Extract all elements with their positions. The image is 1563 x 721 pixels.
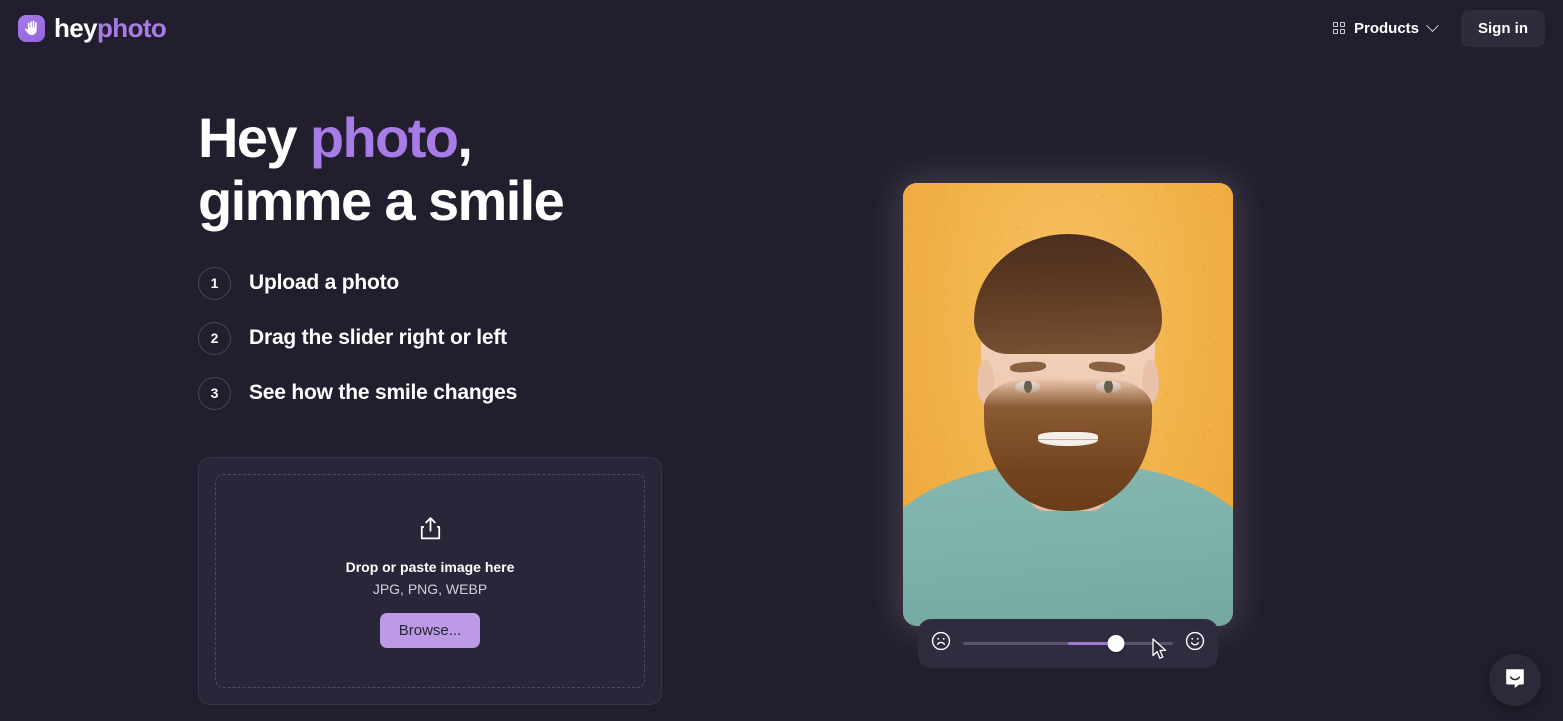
step-number: 2	[198, 321, 231, 355]
step-number: 1	[198, 266, 231, 300]
products-label: Products	[1353, 19, 1419, 37]
dropzone-formats: JPG, PNG, WEBP	[372, 580, 488, 597]
dropzone-title: Drop or paste image here	[345, 558, 515, 575]
sign-in-button[interactable]: Sign in	[1461, 9, 1545, 47]
step-label: Upload a photo	[249, 271, 400, 295]
step-item: 1 Upload a photo	[198, 266, 898, 300]
hero-section: Hey photo, gimme a smile 1 Upload a phot…	[198, 106, 898, 410]
frowning-face-icon[interactable]	[930, 630, 952, 657]
slider-thumb[interactable]	[1107, 635, 1125, 652]
headline-accent: photo	[309, 106, 459, 169]
grid-icon	[1332, 22, 1345, 34]
waving-hand-icon	[18, 14, 45, 42]
brand-name-first: hey	[54, 13, 98, 43]
brand-name: heyphoto	[54, 13, 167, 43]
photo-card[interactable]	[903, 183, 1233, 626]
headline-part1: Hey	[198, 106, 310, 169]
chevron-down-icon	[1426, 18, 1439, 32]
upload-card: Drop or paste image here JPG, PNG, WEBP …	[198, 457, 662, 705]
steps-list: 1 Upload a photo 2 Drag the slider right…	[198, 266, 898, 410]
header-actions: Products Sign in	[1327, 9, 1545, 47]
headline-part2: ,	[457, 106, 473, 169]
smiling-face-icon[interactable]	[1184, 630, 1206, 657]
brand-name-second: photo	[97, 13, 167, 43]
smile-slider-bar	[918, 619, 1218, 668]
step-label: Drag the slider right or left	[249, 326, 507, 350]
portrait-hair	[973, 233, 1163, 354]
browse-button[interactable]: Browse...	[379, 612, 481, 648]
photo-preview	[903, 183, 1233, 626]
step-number: 3	[198, 376, 231, 410]
upload-share-icon	[418, 515, 443, 547]
site-header: heyphoto Products Sign in	[0, 0, 1563, 56]
portrait-mouth	[1038, 432, 1099, 447]
intercom-launcher[interactable]	[1489, 654, 1541, 706]
dropzone[interactable]: Drop or paste image here JPG, PNG, WEBP …	[215, 474, 645, 688]
step-item: 2 Drag the slider right or left	[198, 321, 898, 355]
smile-slider[interactable]	[963, 633, 1173, 655]
page-title: Hey photo, gimme a smile	[198, 106, 898, 233]
headline-line2: gimme a smile	[198, 169, 565, 233]
intercom-chat-icon	[1503, 666, 1527, 695]
portrait-image	[903, 183, 1233, 626]
step-item: 3 See how the smile changes	[198, 376, 898, 410]
products-menu[interactable]: Products	[1327, 13, 1443, 44]
brand-logo[interactable]: heyphoto	[18, 13, 167, 43]
step-label: See how the smile changes	[249, 381, 518, 405]
